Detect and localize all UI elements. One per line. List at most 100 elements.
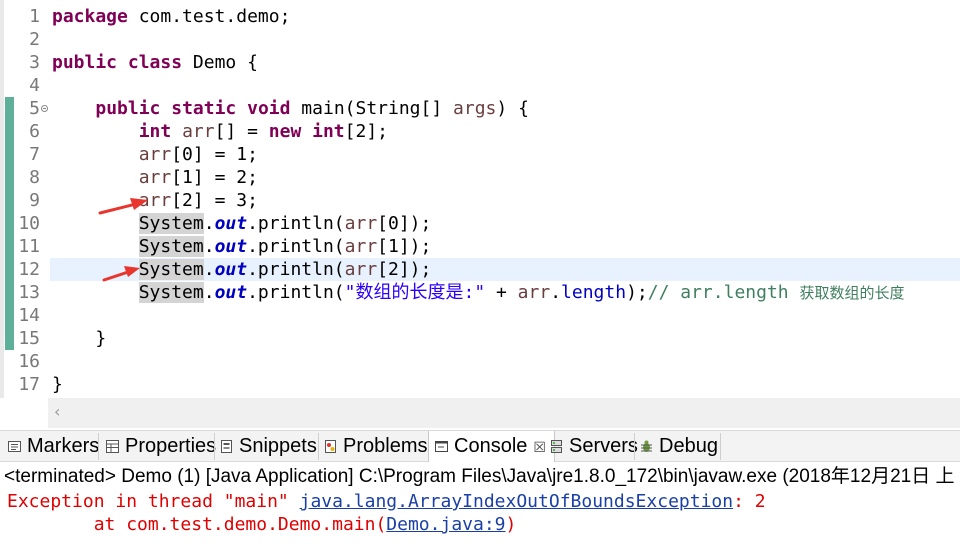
line-number: 16 bbox=[18, 351, 40, 372]
code-token: out bbox=[214, 259, 248, 280]
code-line[interactable]: 2 bbox=[0, 28, 960, 51]
code-text: public class Demo { bbox=[52, 51, 258, 74]
code-token: arr bbox=[138, 144, 172, 165]
line-number: 6 bbox=[29, 121, 40, 142]
tab-label: Problems bbox=[343, 435, 428, 457]
servers-icon bbox=[551, 440, 562, 453]
code-text: System.out.println(arr[1]); bbox=[52, 235, 431, 258]
code-token: System bbox=[138, 236, 204, 257]
code-token: ); bbox=[626, 282, 648, 303]
views-tab-bar: Markers Properties Snippets Problems Con… bbox=[0, 430, 960, 462]
code-token: .println( bbox=[247, 259, 345, 280]
tab-problems[interactable]: Problems bbox=[318, 431, 427, 462]
code-token: arr bbox=[344, 213, 378, 234]
tab-console[interactable]: Console ☒ bbox=[428, 431, 555, 462]
code-token: arr bbox=[182, 121, 215, 142]
code-line[interactable]: 15 } bbox=[0, 327, 960, 350]
line-number: 8 bbox=[29, 167, 40, 188]
collapse-fold-icon[interactable] bbox=[41, 105, 48, 112]
code-line[interactable]: 7 arr[0] = 1; bbox=[0, 143, 960, 166]
code-token: void bbox=[247, 98, 291, 119]
console-text: Exception in thread "main" bbox=[7, 491, 300, 512]
code-token: package bbox=[52, 6, 128, 27]
code-token: length bbox=[561, 282, 627, 303]
code-line[interactable]: 5 public static void main(String[] args)… bbox=[0, 97, 960, 120]
code-line[interactable]: 16 bbox=[0, 350, 960, 373]
console-error-line: Exception in thread "main" java.lang.Arr… bbox=[7, 490, 766, 513]
code-token: 获取数组的长度 bbox=[799, 284, 905, 302]
code-token: out bbox=[214, 282, 248, 303]
tab-label: Console bbox=[454, 435, 528, 457]
scroll-left-icon[interactable]: ‹ bbox=[54, 402, 60, 421]
console-icon bbox=[435, 441, 448, 452]
console-view[interactable]: <terminated> Demo (1) [Java Application]… bbox=[0, 462, 960, 544]
horizontal-scrollbar[interactable]: ‹ bbox=[48, 398, 960, 428]
code-line[interactable]: 1 package com.test.demo; bbox=[0, 5, 960, 28]
tab-label: Servers bbox=[569, 435, 638, 457]
code-token: Demo { bbox=[182, 52, 258, 73]
tab-label: Snippets bbox=[239, 435, 317, 457]
tab-servers[interactable]: Servers bbox=[544, 431, 638, 462]
code-token: out bbox=[214, 236, 248, 257]
code-token: arr bbox=[138, 167, 172, 188]
tab-properties[interactable]: Properties bbox=[100, 431, 216, 462]
tab-markers[interactable]: Markers bbox=[2, 431, 99, 462]
code-token: // arr.length bbox=[647, 282, 800, 303]
source-link[interactable]: Demo.java:9 bbox=[386, 514, 505, 535]
code-token: int bbox=[138, 121, 172, 142]
tab-debug[interactable]: Debug bbox=[634, 431, 718, 462]
annotation-arrow-line-9 bbox=[98, 198, 148, 215]
code-text: } bbox=[52, 327, 106, 350]
console-text: at com.test.demo.Demo.main( bbox=[7, 514, 387, 535]
code-token: args bbox=[453, 98, 497, 119]
line-number: 4 bbox=[29, 75, 40, 96]
code-line[interactable]: 8 arr[1] = 2; bbox=[0, 166, 960, 189]
code-line[interactable]: 11 System.out.println(arr[1]); bbox=[0, 235, 960, 258]
line-number: 10 bbox=[18, 213, 40, 234]
line-number: 11 bbox=[18, 236, 40, 257]
line-number: 13 bbox=[18, 282, 40, 303]
code-token: main(String[] bbox=[290, 98, 454, 119]
code-line[interactable]: 3 public class Demo { bbox=[0, 51, 960, 74]
code-text: package com.test.demo; bbox=[52, 5, 290, 28]
tab-label: Properties bbox=[125, 435, 217, 457]
code-token: static bbox=[171, 98, 237, 119]
line-number: 7 bbox=[29, 144, 40, 165]
code-token: class bbox=[127, 52, 183, 73]
line-number: 1 bbox=[29, 6, 40, 27]
code-token: [2]; bbox=[344, 121, 388, 142]
code-token: .println( bbox=[247, 282, 345, 303]
code-line[interactable]: 13 System.out.println("数组的长度是:" + arr.le… bbox=[0, 281, 960, 304]
annotation-arrow-line-12 bbox=[102, 266, 140, 282]
code-token: + bbox=[485, 282, 518, 303]
code-token: . bbox=[550, 282, 562, 303]
code-line[interactable]: 6 int arr[] = new int[2]; bbox=[0, 120, 960, 143]
console-description: <terminated> Demo (1) [Java Application]… bbox=[4, 466, 955, 487]
debug-icon bbox=[641, 440, 652, 452]
code-token: arr bbox=[517, 282, 551, 303]
code-token: [1] = 2; bbox=[171, 167, 258, 188]
code-text: arr[2] = 3; bbox=[52, 189, 258, 212]
line-number: 2 bbox=[29, 29, 40, 50]
code-token: . bbox=[203, 213, 215, 234]
code-line[interactable]: 17} bbox=[0, 373, 960, 396]
code-token: } bbox=[52, 328, 107, 349]
exception-link[interactable]: java.lang.ArrayIndexOutOfBoundsException bbox=[300, 491, 733, 512]
code-token: . bbox=[203, 259, 215, 280]
code-editor[interactable]: 1 package com.test.demo; 2 3 public class De… bbox=[0, 0, 960, 430]
console-stack-line: at com.test.demo.Demo.main(Demo.java:9) bbox=[7, 513, 517, 536]
line-number: 17 bbox=[18, 374, 40, 395]
code-token: public bbox=[95, 98, 161, 119]
code-line[interactable]: 12 System.out.println(arr[2]); bbox=[0, 258, 960, 281]
code-line[interactable]: 14 bbox=[0, 304, 960, 327]
tab-label: Debug bbox=[659, 435, 718, 457]
code-line[interactable]: 4 bbox=[0, 74, 960, 97]
tab-snippets[interactable]: Snippets bbox=[214, 431, 317, 462]
code-token: [] = bbox=[214, 121, 269, 142]
